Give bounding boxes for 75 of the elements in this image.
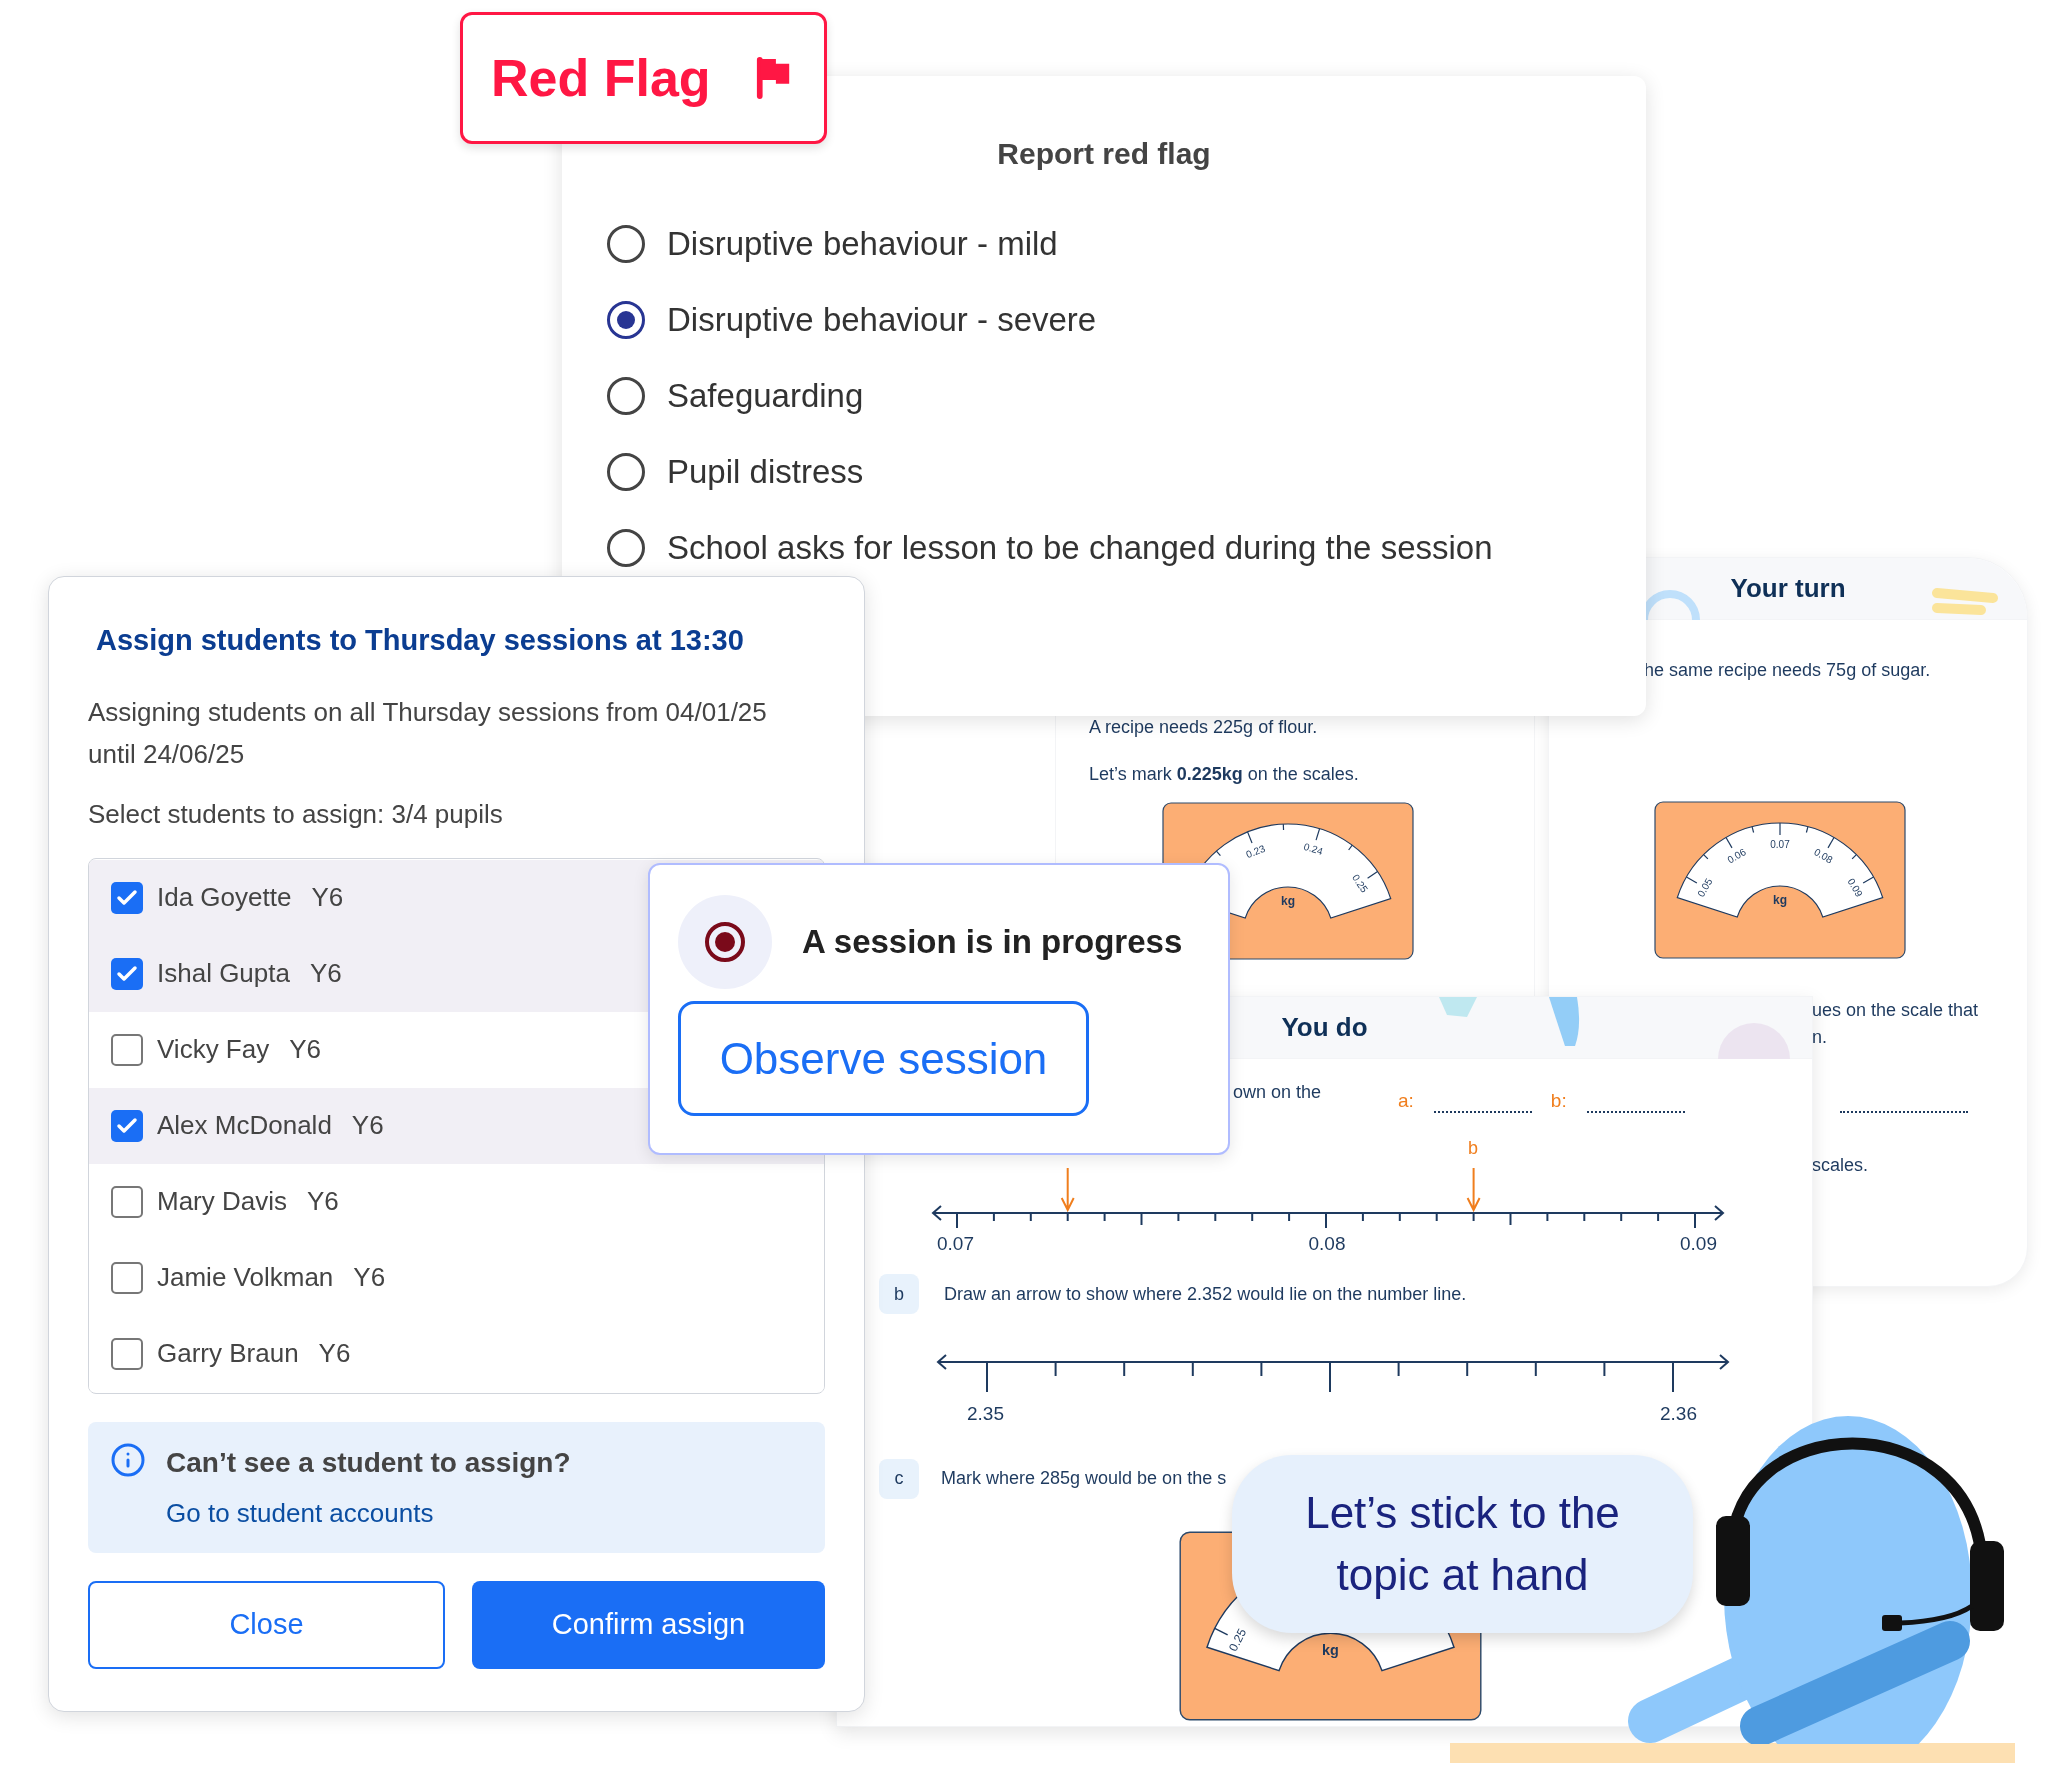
year-group: Y6	[318, 1334, 351, 1373]
radio-button[interactable]	[607, 529, 645, 567]
radio-label[interactable]: School asks for lesson to be changed during the session	[667, 523, 1493, 573]
checkbox[interactable]	[111, 1261, 143, 1294]
student-accounts-link[interactable]: Go to student accounts	[166, 1493, 571, 1533]
checkbox[interactable]	[111, 1109, 143, 1142]
number-line-label: 2.35	[967, 1402, 1004, 1426]
scale-unit: kg	[1322, 1641, 1339, 1658]
checkbox[interactable]	[111, 1033, 143, 1066]
question-text: Let’s mark 0.225kg on the scales.	[1089, 763, 1360, 786]
year-group: Y6	[289, 1030, 322, 1069]
answer-label: b:	[1550, 1089, 1567, 1113]
scale-unit: kg	[1281, 894, 1295, 908]
question-letter: c	[879, 1458, 919, 1499]
arrow-mark	[1060, 1166, 1075, 1212]
section-title: You do	[1281, 1011, 1368, 1044]
year-group: Y6	[351, 1106, 384, 1145]
arrow-mark	[1466, 1166, 1481, 1212]
radio-label[interactable]: Pupil distress	[667, 447, 864, 497]
select-label: Select students to assign: 3/4 pupils	[88, 797, 504, 831]
year-group: Y6	[353, 1258, 386, 1297]
dialog-title: Assign students to Thursday sessions at 13:30	[95, 623, 745, 658]
speech-text: Let’s stick to the topic at hand	[1304, 1487, 1621, 1601]
student-name: Ishal Gupta	[157, 957, 290, 990]
number-line-label: 2.36	[1660, 1402, 1697, 1426]
number-line-label: 0.08	[1308, 1231, 1346, 1256]
student-name: Ida Goyette	[157, 881, 292, 914]
scale-label: 0.07	[1770, 838, 1790, 850]
section-title: Your turn	[1730, 572, 1846, 605]
checkbox[interactable]	[111, 1185, 143, 1218]
scale-label: 0.06	[1725, 846, 1748, 866]
scale-label: 0.25	[1226, 1625, 1250, 1654]
checkbox[interactable]	[111, 1337, 143, 1370]
student-name: Jamie Volkman	[157, 1261, 334, 1294]
question-text: scales.	[1812, 1154, 1870, 1177]
radio-label[interactable]: Disruptive behaviour - mild	[667, 219, 1058, 269]
student-name: Mary Davis	[157, 1185, 287, 1218]
question-text: ues on the scale that	[1812, 999, 1980, 1022]
question-text: Draw an arrow to show where 2.352 would lie on the number line.	[944, 1282, 1467, 1306]
question-text: own on the	[1233, 1081, 1323, 1104]
year-group: Y6	[307, 1182, 339, 1221]
number-line-label: 0.09	[1680, 1231, 1717, 1256]
arrow-label: b	[1468, 1137, 1478, 1158]
question-text: n.	[1812, 1026, 1828, 1049]
checkbox[interactable]	[111, 881, 143, 914]
scale-label: 0.24	[1302, 840, 1325, 858]
student-name: Vicky Fay	[157, 1033, 270, 1066]
stripes-shape	[1931, 586, 1999, 615]
radio-button[interactable]	[607, 453, 645, 491]
radio-button[interactable]	[607, 377, 645, 415]
dialog-description: Assigning students on all Thursday sessions from 04/01/25 until 24/06/25	[88, 695, 768, 771]
number-line-label: 0.07	[937, 1231, 974, 1256]
info-title: Can’t see a student to assign?	[166, 1445, 571, 1480]
dialog-title: Report red flag	[997, 136, 1211, 172]
badge-label: Red Flag	[491, 48, 711, 109]
radio-label[interactable]: Safeguarding	[667, 371, 864, 421]
scale-label: 0.08	[1812, 846, 1835, 866]
answer-label: a:	[1398, 1089, 1414, 1113]
radio-button[interactable]	[607, 301, 645, 339]
question-text: Mark where 285g would be on the s	[941, 1467, 1227, 1490]
question-letter: b	[879, 1274, 919, 1314]
student-name: Garry Braun	[157, 1337, 299, 1370]
scale-unit: kg	[1773, 893, 1787, 907]
radio-label[interactable]: Disruptive behaviour - severe	[667, 295, 1097, 345]
year-group: Y6	[310, 954, 342, 993]
year-group: Y6	[311, 878, 344, 917]
radio-button[interactable]	[607, 225, 645, 263]
info-icon	[110, 1441, 146, 1478]
confirm-button[interactable]: Confirm assign	[472, 1580, 825, 1669]
question-text: A recipe needs 225g of flour.	[1089, 716, 1319, 739]
student-name: Alex McDonald	[157, 1109, 332, 1142]
checkbox[interactable]	[111, 957, 143, 990]
close-button[interactable]: Close	[88, 1580, 445, 1669]
scale-label: 0.23	[1244, 842, 1267, 861]
observe-session-button[interactable]: Observe session	[678, 1001, 1089, 1116]
